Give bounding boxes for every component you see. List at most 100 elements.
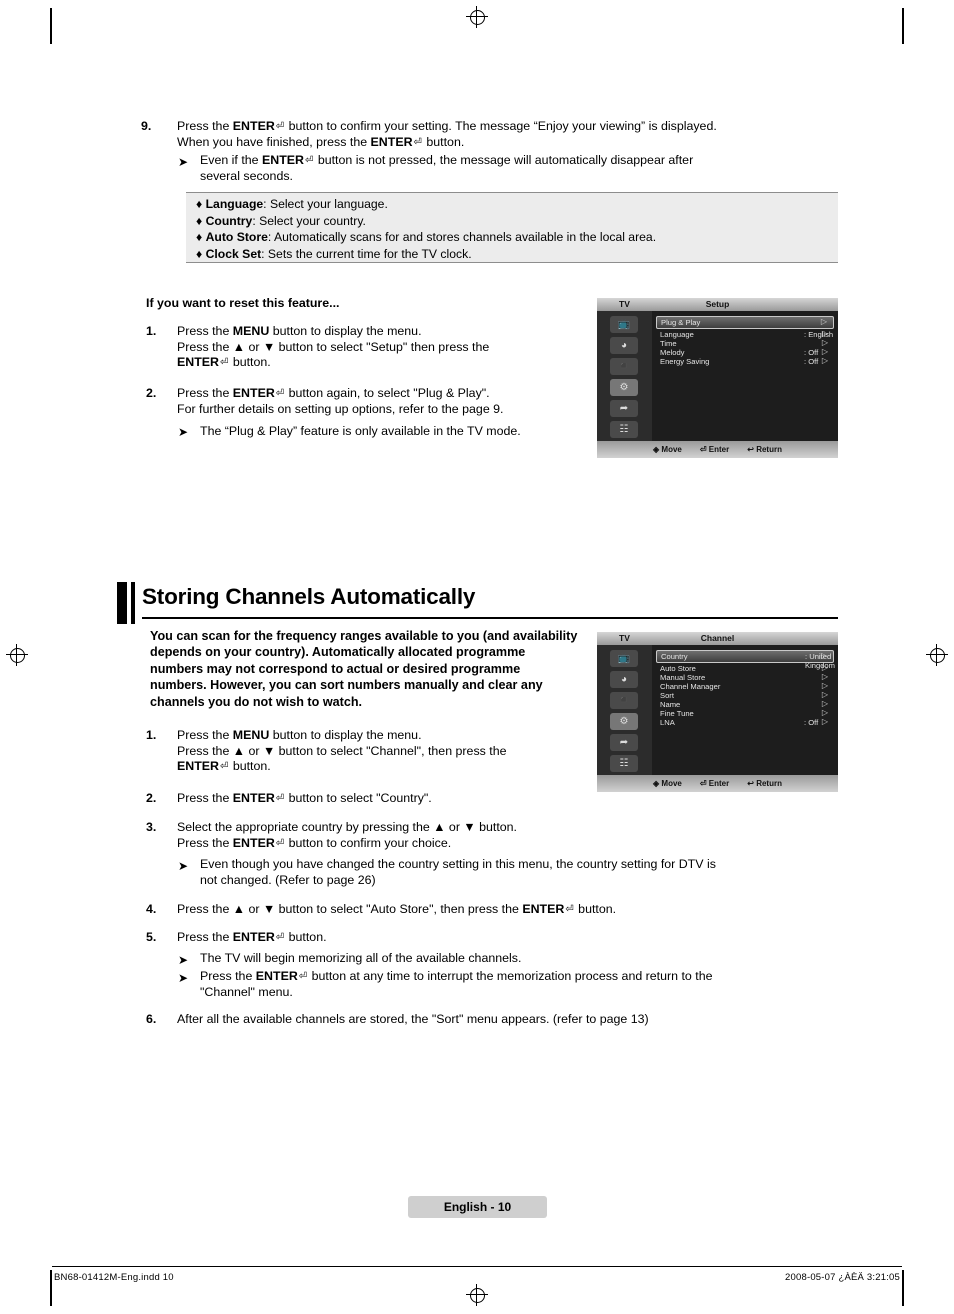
- chevron-right-icon: ▷: [821, 329, 828, 338]
- reset-step-2-number: 2.: [146, 386, 157, 400]
- osd-setup-row-time[interactable]: Time ▷: [656, 338, 834, 348]
- osd-row-label: Manual Store: [660, 673, 706, 682]
- osd-setup-row-language[interactable]: Language : English ▷: [656, 329, 834, 339]
- cs4-post: button.: [574, 902, 617, 916]
- input-icon: ➦: [610, 400, 638, 417]
- notebox-text: : Select your language.: [263, 197, 388, 211]
- osd-icon-picture[interactable]: 📺: [603, 649, 646, 669]
- reset-s1-line2: Press the ▲ or ▼ button to select "Setup…: [177, 339, 490, 354]
- osd-channel-row-auto-store[interactable]: Auto Store ▷: [656, 663, 834, 673]
- feature-description-box: ♦ Language: Select your language. ♦ Coun…: [186, 192, 838, 263]
- step-9-line1-mid: button to confirm your setting. The mess…: [285, 119, 717, 133]
- osd-icon-input[interactable]: ➦: [603, 399, 646, 419]
- osd-icon-setup[interactable]: ⚙: [603, 378, 646, 398]
- step-9-line1-pre: Press the: [177, 119, 233, 133]
- osd-row-value: : Off: [804, 718, 819, 727]
- reset-step-1-text: Press the MENU button to display the men…: [177, 324, 577, 371]
- osd-row-label: Melody: [660, 348, 685, 357]
- osd-icon-support[interactable]: ☷: [603, 420, 646, 440]
- channel-step-2-text: Press the ENTER⏎ button to select "Count…: [177, 791, 607, 807]
- sound-icon: ◕: [610, 337, 638, 354]
- bullet-icon: ♦: [196, 230, 203, 245]
- osd-channel-titlebar: TV Channel: [597, 632, 838, 645]
- osd-icon-channel[interactable]: ◾: [603, 691, 646, 711]
- enter-icon: ⏎: [565, 904, 574, 915]
- cs1-post: button to display the menu.: [269, 728, 422, 742]
- osd-setup-row-energy-saving[interactable]: Energy Saving : Off ▷: [656, 356, 834, 366]
- channel-step-2-number: 2.: [146, 791, 157, 805]
- osd-channel-row-fine-tune[interactable]: Fine Tune ▷: [656, 708, 834, 718]
- reset-s2-pre: Press the: [177, 386, 233, 400]
- enter-icon: ⏎: [305, 155, 314, 166]
- osd-icon-picture[interactable]: 📺: [603, 315, 646, 335]
- notebox-term: Clock Set: [205, 246, 262, 261]
- osd-row-value: : Off: [804, 357, 819, 366]
- osd-row-label: Plug & Play: [661, 318, 701, 327]
- setup-icon: ⚙: [610, 713, 638, 730]
- bullet-icon: ♦: [196, 197, 203, 211]
- enter-icon: ⏎: [220, 761, 229, 773]
- notebox-row-language: ♦ Language: Select your language.: [186, 193, 838, 213]
- osd-icon-sound[interactable]: ◕: [603, 670, 646, 690]
- section-heading-bar-thin: [131, 582, 135, 624]
- cs2-post: button to select "Country".: [285, 791, 432, 805]
- section-heading-rule: [142, 617, 838, 619]
- osd-channel-panel: TV Channel 📺 ◕ ◾ ⚙ ➦ ☷ Country : United …: [597, 632, 838, 792]
- channel-step-3-number: 3.: [146, 820, 157, 834]
- channel-step-4-text: Press the ▲ or ▼ button to select "Auto …: [177, 902, 837, 918]
- osd-setup-row-melody[interactable]: Melody : Off ▷: [656, 347, 834, 357]
- channel-icon: ◾: [610, 692, 638, 709]
- chevron-right-icon: ▷: [821, 672, 828, 681]
- enter-label: ENTER: [232, 930, 275, 944]
- cs1-line3-post: button.: [229, 759, 271, 774]
- cs4-pre: Press the ▲ or ▼ button to select "Auto …: [177, 902, 523, 916]
- page: 9. Press the ENTER⏎ button to confirm yo…: [0, 0, 954, 1314]
- channel-step-1-text: Press the MENU button to display the men…: [177, 728, 587, 775]
- osd-channel-row-channel-manager[interactable]: Channel Manager ▷: [656, 681, 834, 691]
- osd-icon-support[interactable]: ☷: [603, 754, 646, 774]
- osd-icon-channel[interactable]: ◾: [603, 357, 646, 377]
- chevron-right-icon: ▷: [820, 317, 827, 326]
- osd-icon-setup[interactable]: ⚙: [603, 712, 646, 732]
- osd-row-value: : English: [804, 330, 834, 339]
- setup-icon: ⚙: [610, 379, 638, 396]
- osd-setup-menu-list: Plug & Play ▷ Language : English ▷ Time …: [652, 311, 838, 441]
- reset-step-2-text: Press the ENTER⏎ button again, to select…: [177, 386, 587, 417]
- chevron-right-icon: ▷: [821, 663, 828, 672]
- enter-label: ENTER: [232, 835, 275, 850]
- osd-row-label: Time: [660, 339, 677, 348]
- picture-icon: 📺: [610, 650, 638, 667]
- osd-channel-row-manual-store[interactable]: Manual Store ▷: [656, 672, 834, 682]
- osd-channel-row-name[interactable]: Name ▷: [656, 699, 834, 709]
- osd-channel-row-sort[interactable]: Sort ▷: [656, 690, 834, 700]
- osd-channel-row-country[interactable]: Country : United Kingdom ▷: [656, 650, 835, 670]
- enter-icon: ⏎: [413, 136, 422, 148]
- channel-step-5-note-2: Press the ENTER⏎ button at any time to i…: [200, 969, 840, 1000]
- osd-row-label: Name: [660, 700, 681, 709]
- osd-row-label: Fine Tune: [660, 709, 694, 718]
- section-heading-bar: [117, 582, 127, 624]
- osd-setup-titlebar: TV Setup: [597, 298, 838, 311]
- menu-label: MENU: [232, 728, 270, 742]
- osd-channel-footer: ◈ Move ⏎ Enter ↩ Return: [597, 775, 838, 792]
- osd-setup-row-plug-and-play[interactable]: Plug & Play ▷: [656, 316, 834, 329]
- osd-row-value: : Off: [804, 348, 819, 357]
- channel-step-4-number: 4.: [146, 902, 157, 916]
- osd-channel-row-lna[interactable]: LNA : Off ▷: [656, 717, 834, 727]
- osd-icon-input[interactable]: ➦: [603, 733, 646, 753]
- osd-footer-move: ◈ Move: [653, 445, 682, 454]
- channel-icon: ◾: [610, 358, 638, 375]
- enter-label: ENTER: [177, 759, 219, 774]
- chevron-right-icon: ▷: [821, 690, 828, 699]
- document-content: 9. Press the ENTER⏎ button to confirm yo…: [0, 0, 954, 1314]
- cs5-note2-pre: Press the: [200, 969, 256, 983]
- enter-icon: ⏎: [275, 837, 285, 849]
- osd-icon-sound[interactable]: ◕: [603, 336, 646, 356]
- notebox-term: Country: [205, 213, 253, 228]
- enter-icon: ⏎: [275, 121, 285, 132]
- channel-step-3-note: Even though you have changed the country…: [200, 857, 840, 888]
- note-arrow-icon: ➤: [178, 971, 189, 985]
- enter-icon: ⏎: [220, 357, 229, 369]
- channel-step-6-text: After all the available channels are sto…: [177, 1012, 649, 1026]
- step-9-note-pre: Even if the: [200, 153, 262, 167]
